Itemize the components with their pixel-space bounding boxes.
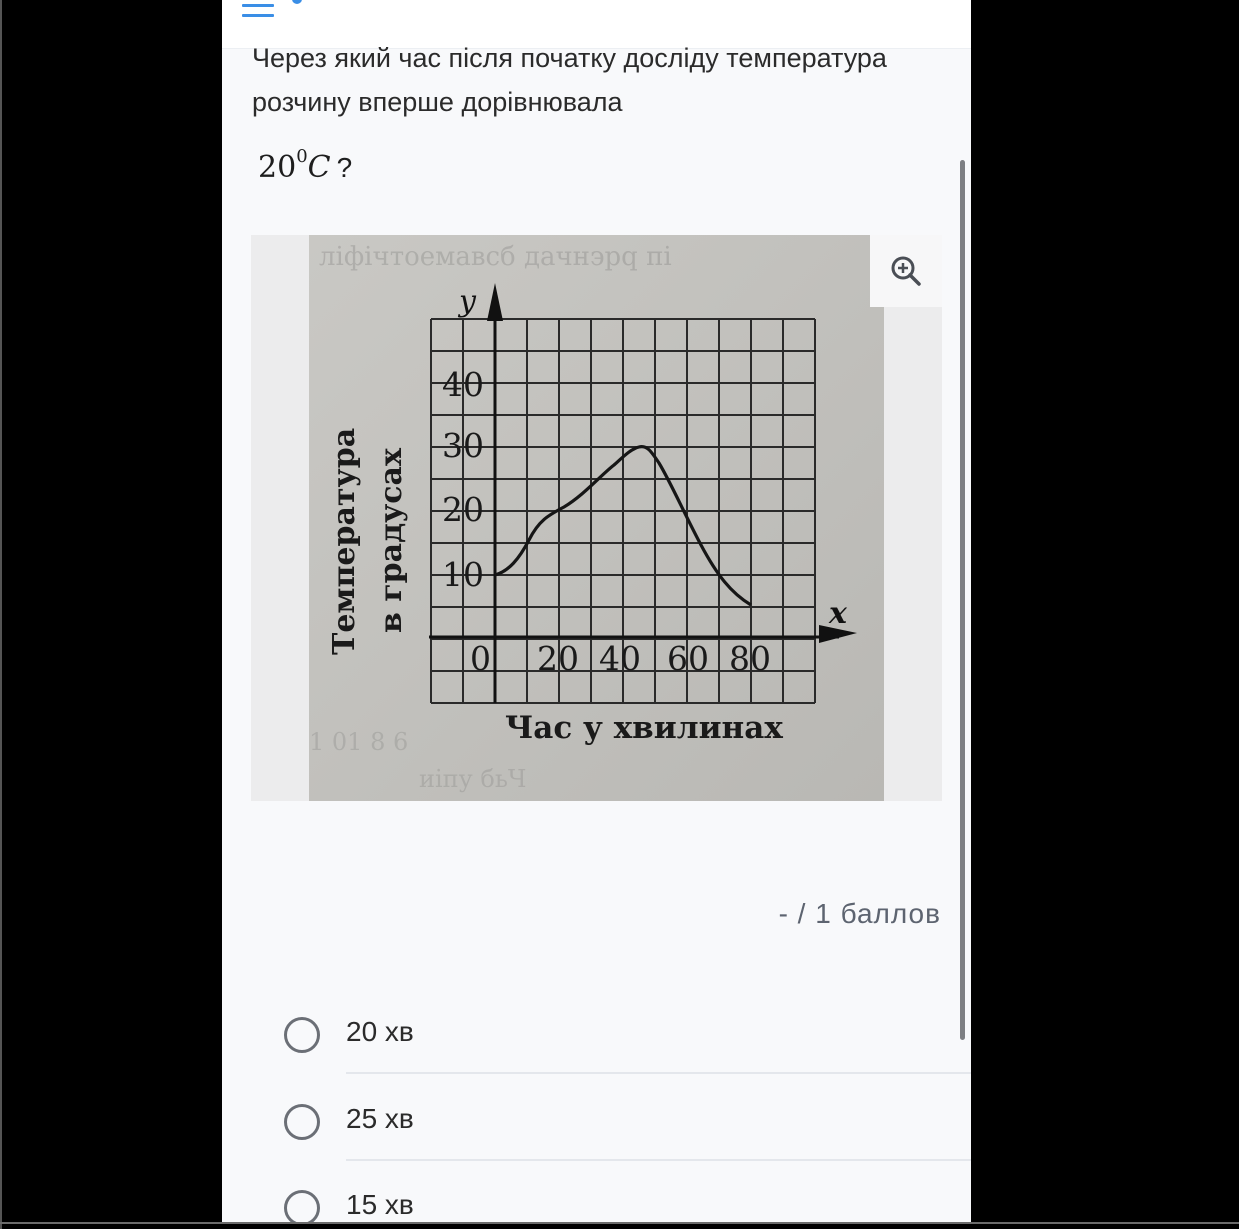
x-tick-label: 20: [537, 639, 579, 678]
answer-option-label: 15 хв: [346, 1189, 414, 1220]
hamburger-menu-icon[interactable]: [242, 0, 302, 20]
radio-button[interactable]: [284, 1104, 320, 1140]
bleed-through-text: иіпу бьЧ: [419, 765, 526, 793]
graph-photo: ліфічтоемавсб дачнэрq пі y x 40 30 20 10…: [309, 235, 884, 801]
x-tick-label: 40: [599, 639, 641, 678]
answer-option[interactable]: 20 хв: [284, 1002, 971, 1082]
x-tick-label: 80: [729, 639, 771, 678]
answer-option[interactable]: 25 хв: [284, 1089, 971, 1169]
question-image-container[interactable]: ліфічтоемавсб дачнэрq пі y x 40 30 20 10…: [251, 235, 942, 801]
radio-button[interactable]: [284, 1190, 320, 1222]
x-axis-letter: x: [828, 596, 848, 631]
answer-option[interactable]: 15 хв: [284, 1175, 971, 1222]
temperature-graph: ліфічтоемавсб дачнэрq пі y x 40 30 20 10…: [309, 242, 857, 793]
question-formula: 200C?: [258, 146, 353, 185]
option-divider: [346, 1159, 971, 1161]
y-axis-label-line1: Температура: [327, 428, 362, 655]
y-tick-label: 40: [442, 365, 484, 404]
screen-left-edge: [0, 0, 2, 1229]
formula-value: 20: [258, 150, 297, 185]
y-axis-label-line2: в градусах: [374, 447, 409, 633]
score-label: - / 1 баллов: [778, 898, 941, 929]
y-tick-label: 30: [442, 426, 484, 465]
formula-degree: 0: [296, 146, 308, 167]
question-text: Через який час після початку досліду тем…: [252, 43, 887, 117]
quiz-page: Через який час після початку досліду тем…: [222, 0, 971, 1222]
option-divider: [346, 1072, 971, 1074]
y-axis-letter: y: [457, 284, 477, 319]
y-axis-arrow: [487, 283, 503, 321]
answer-option-label: 20 хв: [346, 1016, 414, 1047]
screen-bottom-edge: [0, 1222, 1239, 1224]
bleed-through-text: ліфічтоемавсб дачнэрq пі: [319, 242, 672, 272]
x-tick-label: 0: [470, 639, 491, 678]
answer-option-label: 25 хв: [346, 1103, 414, 1134]
radio-button[interactable]: [284, 1017, 320, 1053]
y-tick-label: 10: [442, 555, 484, 594]
x-tick-label: 60: [667, 639, 709, 678]
y-tick-label: 20: [442, 490, 484, 529]
zoom-in-icon: [891, 256, 921, 286]
formula-question-mark: ?: [336, 152, 353, 183]
zoom-button[interactable]: [870, 235, 942, 307]
x-axis-label: Час у хвилинах: [505, 710, 783, 746]
vertical-scrollbar[interactable]: [960, 160, 965, 1040]
formula-unit: C: [307, 150, 331, 185]
bleed-through-text: 1 01 8 6: [309, 728, 408, 756]
